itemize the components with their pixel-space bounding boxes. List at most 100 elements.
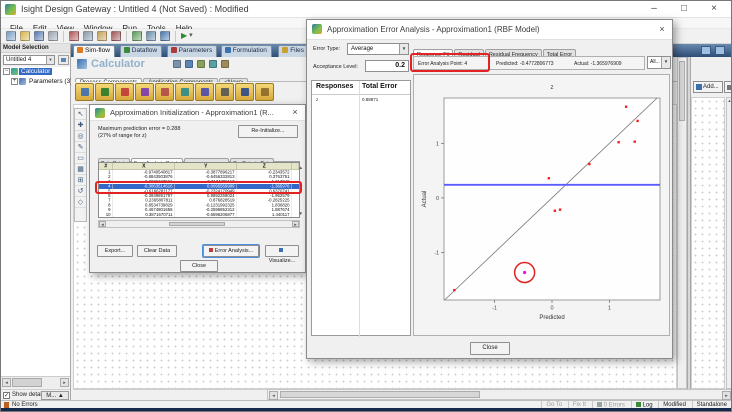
chevron-down-icon[interactable]: ▼ bbox=[46, 56, 54, 64]
chevron-down-icon[interactable]: ▼ bbox=[399, 44, 408, 54]
tab-files[interactable]: Files bbox=[278, 45, 309, 57]
scroll-up-icon[interactable]: ▲ bbox=[728, 98, 732, 103]
model-tree-hscrollbar[interactable]: ◂ ▸ bbox=[1, 376, 70, 388]
show-details-checkbox[interactable]: ✓ bbox=[3, 392, 10, 399]
component-options-icon[interactable] bbox=[221, 60, 229, 68]
task-plan-component-icon[interactable] bbox=[255, 83, 274, 101]
palette-toggle-icon[interactable] bbox=[701, 46, 711, 55]
table-hscrollbar[interactable]: ◂ ▸ bbox=[98, 220, 300, 228]
copy-icon[interactable] bbox=[83, 31, 93, 41]
scroll-left-icon[interactable]: ◂ bbox=[99, 221, 106, 227]
responses-list[interactable]: Responses Total Error z 0.88871 bbox=[311, 80, 411, 336]
open-model-icon[interactable] bbox=[20, 31, 30, 41]
approximation-component-icon[interactable] bbox=[175, 83, 194, 101]
table-scroll-up-icon[interactable]: ▲ bbox=[299, 165, 303, 170]
link-tool-icon[interactable]: ◇ bbox=[75, 197, 86, 208]
canvas-vscrollbar[interactable] bbox=[677, 57, 687, 389]
close-window-button[interactable]: × bbox=[699, 1, 729, 17]
error-analysis-points[interactable] bbox=[554, 210, 556, 212]
new-model-icon[interactable] bbox=[6, 31, 16, 41]
error-analysis-points[interactable] bbox=[453, 289, 455, 291]
export-button[interactable]: Export... bbox=[97, 245, 133, 257]
paste-icon[interactable] bbox=[97, 31, 107, 41]
insert-parameter-button[interactable] bbox=[724, 81, 732, 93]
undo-tool-icon[interactable]: ↺ bbox=[75, 186, 86, 197]
scrollbar-thumb[interactable] bbox=[280, 391, 480, 398]
select-tool-icon[interactable]: ↖ bbox=[75, 109, 86, 120]
error-analysis-points[interactable] bbox=[617, 141, 619, 143]
delete-icon[interactable] bbox=[111, 31, 121, 41]
rename-icon[interactable] bbox=[173, 60, 181, 68]
collapse-icon[interactable]: − bbox=[3, 68, 10, 75]
error-analysis-points[interactable] bbox=[625, 106, 627, 108]
model-dropdown[interactable]: Untitled 4 ▼ bbox=[3, 55, 55, 65]
calculator-component-icon[interactable] bbox=[75, 83, 94, 101]
init-close-button[interactable]: Close bbox=[180, 260, 218, 272]
point-filter-dropdown[interactable]: All... ▼ bbox=[647, 56, 671, 69]
minimize-button[interactable]: – bbox=[639, 1, 669, 17]
edit-tool-icon[interactable]: ✎ bbox=[75, 142, 86, 153]
library-icon[interactable] bbox=[160, 31, 170, 41]
close-dialog-icon[interactable]: × bbox=[287, 106, 303, 119]
grid-tool-icon[interactable]: ▦ bbox=[75, 164, 86, 175]
expand-icon[interactable]: + bbox=[11, 78, 18, 85]
maximize-button[interactable]: □ bbox=[669, 1, 699, 17]
data-exchanger-component-icon[interactable] bbox=[115, 83, 134, 101]
table-icon[interactable] bbox=[185, 60, 193, 68]
scrollbar-thumb[interactable] bbox=[169, 222, 225, 226]
scroll-right-icon[interactable]: ▸ bbox=[60, 378, 69, 387]
chevron-down-icon[interactable]: ▼ bbox=[661, 57, 670, 68]
note-tool-icon[interactable]: ▭ bbox=[75, 153, 86, 164]
minimized-panel-tab[interactable]: M... ▲ bbox=[41, 391, 69, 400]
scroll-left-icon[interactable]: ◂ bbox=[269, 391, 278, 400]
table-row[interactable]: 100.3871670711-0.65962068771.440117 bbox=[99, 212, 300, 217]
right-panel-vscrollbar[interactable]: ▲ bbox=[726, 97, 732, 389]
table-scroll-down-icon[interactable]: ▼ bbox=[299, 211, 303, 216]
scroll-right-icon[interactable]: ▸ bbox=[292, 221, 299, 227]
error-analysis-points[interactable] bbox=[634, 140, 636, 142]
add-node-tool-icon[interactable]: ⊞ bbox=[75, 175, 86, 186]
canvas-hscrollbar[interactable]: ◂ ▸ bbox=[267, 389, 732, 400]
scroll-right-icon[interactable]: ▸ bbox=[722, 391, 731, 400]
loop-component-icon[interactable] bbox=[195, 83, 214, 101]
selected-error-point[interactable] bbox=[523, 271, 526, 274]
run-icon[interactable]: ▶ bbox=[181, 31, 187, 41]
chart-icon[interactable] bbox=[132, 31, 142, 41]
tab-sim-flow[interactable]: Sim-flow bbox=[73, 45, 115, 57]
model-tools-button[interactable] bbox=[58, 55, 69, 65]
grid-icon[interactable] bbox=[146, 31, 156, 41]
cut-icon[interactable] bbox=[69, 31, 79, 41]
tree-item-calculator[interactable]: −Calculator bbox=[1, 67, 70, 77]
acceptance-level-input[interactable]: 0.2 bbox=[365, 60, 409, 72]
simcode-component-icon[interactable] bbox=[235, 83, 254, 101]
save-icon[interactable] bbox=[34, 31, 44, 41]
library-toggle-icon[interactable] bbox=[715, 46, 725, 55]
clear-data-button[interactable]: Clear Data bbox=[137, 245, 177, 257]
error-analysis-points[interactable] bbox=[559, 208, 561, 210]
scrollbar-thumb[interactable] bbox=[12, 378, 42, 387]
visualize-button[interactable]: Visualize... bbox=[265, 245, 299, 257]
close-dialog-icon[interactable]: × bbox=[654, 23, 670, 36]
scrollbar-thumb[interactable] bbox=[679, 61, 685, 121]
error-dialog-close-button[interactable]: Close bbox=[470, 342, 510, 355]
run-options-caret-icon[interactable]: ▾ bbox=[189, 31, 193, 41]
refresh-icon[interactable] bbox=[209, 60, 217, 68]
tab-parameters[interactable]: Parameters bbox=[167, 45, 218, 57]
print-icon[interactable] bbox=[48, 31, 58, 41]
error-analysis-points[interactable] bbox=[548, 177, 550, 179]
swap-icon[interactable] bbox=[197, 60, 205, 68]
scroll-left-icon[interactable]: ◂ bbox=[2, 378, 11, 387]
tab-formulation[interactable]: Formulation bbox=[221, 45, 272, 57]
reinitialize-button[interactable]: Re-Initialize... bbox=[238, 125, 298, 138]
error-analysis-points-table[interactable]: #XYZ1-0.9740540817-0.3877896217-0.234357… bbox=[98, 162, 300, 218]
tab-dataflow[interactable]: Dataflow bbox=[120, 45, 162, 57]
add-button[interactable]: Add... bbox=[693, 81, 723, 93]
excel-component-icon[interactable] bbox=[95, 83, 114, 101]
doe-component-icon[interactable] bbox=[135, 83, 154, 101]
error-analysis-points[interactable] bbox=[588, 163, 590, 165]
error-analysis-points[interactable] bbox=[636, 120, 638, 122]
pan-tool-icon[interactable]: ✚ bbox=[75, 120, 86, 131]
tree-item-parameters-3[interactable]: +Parameters (3) bbox=[1, 77, 70, 87]
zoom-tool-icon[interactable]: ◎ bbox=[75, 131, 86, 142]
error-type-dropdown[interactable]: Average ▼ bbox=[347, 43, 409, 55]
